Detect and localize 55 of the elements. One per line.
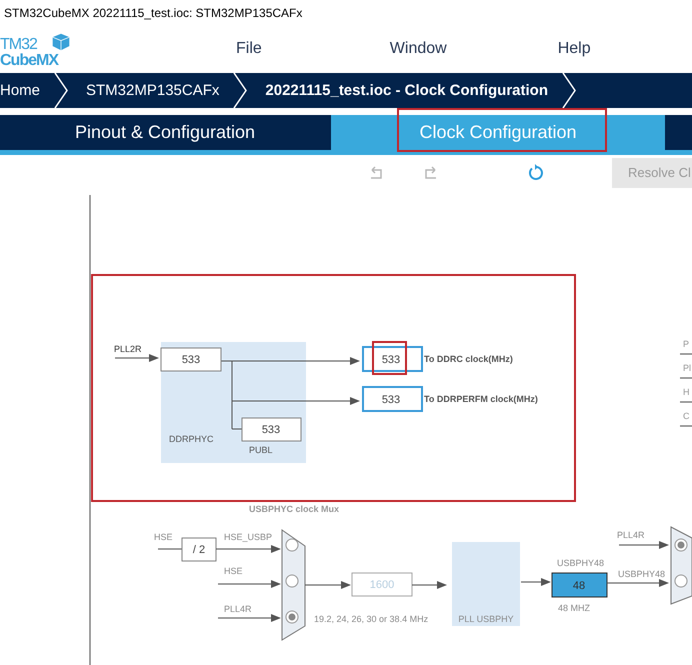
legend-item: H xyxy=(683,387,690,397)
chevron-icon xyxy=(54,73,68,108)
arrow xyxy=(218,614,281,622)
value-field[interactable] xyxy=(242,418,302,442)
logo-text: CubeMX xyxy=(0,53,58,69)
chevron-icon xyxy=(562,73,576,108)
frequency-note: 48 MHZ xyxy=(558,603,590,613)
breadcrumb[interactable]: 20221115_test.ioc - Clock Configuration xyxy=(265,82,562,99)
arrow xyxy=(216,545,281,553)
menu-item[interactable]: File xyxy=(236,40,262,58)
output-label: USBPHY48 xyxy=(557,558,604,568)
arrow xyxy=(606,579,669,587)
divider-field[interactable] xyxy=(182,538,216,562)
clock-value: 533 xyxy=(382,394,400,406)
logo-text: TM32 xyxy=(0,37,38,53)
chevron-icon xyxy=(233,73,248,108)
arrow xyxy=(412,581,447,589)
breadcrumb[interactable]: STM32MP135CAFx xyxy=(86,82,234,99)
clock-value: 48 xyxy=(572,580,586,592)
window-title: STM32CubeMX 20221115_test.ioc: STM32MP135CAFx xyxy=(3,4,304,22)
clock-value: 533 xyxy=(382,354,400,366)
input-label: PLL4R xyxy=(224,604,252,614)
arrow xyxy=(304,581,351,589)
output-label: To DDRC clock(MHz) xyxy=(424,354,513,364)
clock-value: 533 xyxy=(262,424,280,436)
value-field[interactable] xyxy=(160,348,222,372)
divider-value: / 2 xyxy=(192,544,206,556)
input-label: HSE xyxy=(154,532,173,542)
arrow xyxy=(618,541,669,549)
block-label: PUBL xyxy=(249,445,273,455)
range-note: 19.2, 24, 26, 30 or 38.4 MHz xyxy=(314,614,428,624)
input-label: PLL2R xyxy=(114,344,142,354)
legend-item: Pl xyxy=(683,363,692,373)
menu-item[interactable]: Help xyxy=(558,40,591,58)
breadcrumb[interactable]: Home xyxy=(0,82,54,99)
input-label: HSE_USBP xyxy=(224,532,272,542)
section-title: USBPHYC clock Mux xyxy=(249,504,340,514)
arrow xyxy=(520,578,551,586)
input-label: PLL4R xyxy=(617,530,645,540)
input-label: USBPHY48 xyxy=(618,569,666,579)
block-label: PLL USBPHY xyxy=(458,614,514,624)
output-field[interactable] xyxy=(362,346,423,372)
clock-value: 1600 xyxy=(370,579,394,591)
input-label: HSE xyxy=(224,566,243,576)
block-label: DDRPHYC xyxy=(169,434,214,444)
legend-item: P xyxy=(683,339,690,349)
arrow xyxy=(218,580,281,588)
legend-item: C xyxy=(683,411,690,421)
output-field[interactable] xyxy=(552,572,608,598)
output-field[interactable] xyxy=(362,386,423,412)
refresh-icon[interactable] xyxy=(526,164,544,182)
arrow xyxy=(114,354,159,362)
menu-item[interactable]: Window xyxy=(390,40,447,58)
clock-value: 533 xyxy=(182,354,200,366)
output-label: To DDRPERFM clock(MHz) xyxy=(424,394,538,404)
